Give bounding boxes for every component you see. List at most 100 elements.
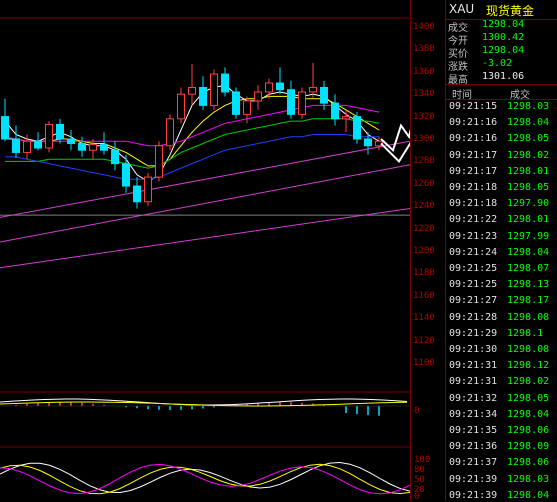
tick-price: 1298.05: [507, 182, 550, 193]
tick-time: 09:21:39: [449, 489, 498, 501]
candle-body: [78, 142, 86, 151]
tick-price: 1298.04: [507, 408, 550, 420]
candle-body: [188, 86, 196, 95]
tick-time: 09:21:16: [449, 117, 498, 129]
tick-price: 1298.07: [507, 263, 550, 274]
tick-row[interactable]: 09:21:35 1298.06: [446, 423, 557, 439]
candle-body: [23, 140, 31, 153]
kdj-tick-label: 50: [414, 475, 425, 485]
tick-time: 09:21:25: [449, 263, 498, 274]
quote-value: 1301.06: [482, 71, 525, 82]
candle-body: [100, 144, 108, 151]
candle-body: [67, 138, 75, 144]
quote-value: 1298.04: [482, 19, 525, 30]
tick-time: 09:21:17: [449, 149, 498, 161]
kline-chart[interactable]: [0, 0, 410, 501]
kdj-tick-label: 80: [414, 465, 425, 475]
tick-price: 1298.08: [507, 311, 550, 323]
tick-price: 1298.09: [507, 441, 550, 453]
tick-row[interactable]: 09:21:27 1298.17: [446, 293, 557, 309]
price-tick-label: 1380: [413, 44, 435, 55]
candle-body: [309, 86, 317, 93]
tick-time: 09:21:31: [449, 360, 498, 372]
symbol-code: XAU: [449, 2, 475, 16]
tick-row[interactable]: 09:21:39 1298.04: [446, 488, 557, 501]
tick-time: 09:21:23: [449, 230, 498, 242]
candle-body: [111, 149, 119, 165]
kdj-line: [0, 461, 410, 494]
tick-row[interactable]: 09:21:29 1298.1: [446, 326, 557, 342]
price-tick-label: 1300: [413, 134, 435, 144]
tick-row[interactable]: 09:21:31 1298.12: [446, 358, 557, 374]
tick-row[interactable]: 09:21:31 1298.02: [446, 374, 557, 390]
candle-body: [56, 123, 64, 140]
quote-row: 成交 1298.04: [446, 18, 557, 34]
candle-body: [232, 91, 240, 115]
tick-price: 1297.90: [507, 198, 550, 210]
tick-time: 09:21:27: [449, 295, 498, 307]
candlestick-plot[interactable]: [0, 0, 410, 501]
tick-price: 1298.03: [507, 473, 550, 485]
quote-row: 今开 1300.42: [446, 31, 557, 47]
tick-time: 09:21:17: [449, 165, 498, 177]
tick-time: 09:21:16: [449, 133, 498, 145]
tick-row[interactable]: 09:21:28 1298.08: [446, 310, 557, 326]
tick-row[interactable]: 09:21:17 1298.02: [446, 148, 557, 164]
tick-row[interactable]: 09:21:16 1298.05: [446, 131, 557, 147]
candle-body: [177, 93, 185, 120]
candle-body: [12, 138, 20, 153]
quote-row: 涨跌 -3.02: [446, 57, 557, 73]
candle-body: [221, 73, 229, 93]
tick-time: 09:21:29: [449, 327, 498, 339]
tick-price: 1298.08: [507, 344, 550, 355]
tick-time: 09:21:18: [449, 182, 498, 193]
tick-row[interactable]: 09:21:25 1298.07: [446, 261, 557, 277]
tick-time: 09:21:22: [449, 214, 498, 226]
tick-time: 09:21:15: [449, 101, 498, 112]
tick-time: 09:21:28: [449, 311, 498, 323]
tick-row[interactable]: 09:21:22 1298.01: [446, 212, 557, 228]
price-tick-label: 1140: [413, 313, 435, 324]
tick-price: 1298.02: [507, 149, 550, 161]
macd-zero-label: 0: [414, 406, 420, 416]
tick-row[interactable]: 09:21:15 1298.03: [446, 99, 557, 115]
price-tick-label: 1180: [413, 268, 435, 279]
quote-header: XAU 现货黄金: [446, 0, 557, 20]
tick-price: 1297.99: [507, 230, 550, 242]
tick-row[interactable]: 09:21:23 1297.99: [446, 229, 557, 245]
price-axis: 1400 1380 1360 1340 1320 1300 1280 1260 1240 1220…: [410, 0, 446, 502]
candle-body: [144, 176, 152, 203]
candle-body: [34, 140, 42, 149]
candle-body: [320, 86, 328, 104]
price-tick-label: 1120: [413, 335, 435, 346]
price-tick-label: 1320: [413, 111, 435, 122]
tick-row[interactable]: 09:21:18 1297.90: [446, 196, 557, 212]
trendline: [0, 140, 410, 218]
candle-body: [243, 100, 251, 115]
tick-row[interactable]: 09:21:16 1298.04: [446, 115, 557, 131]
tick-price: 1298.04: [507, 246, 550, 258]
tick-row[interactable]: 09:21:18 1298.05: [446, 180, 557, 196]
tick-row[interactable]: 09:21:39 1298.03: [446, 472, 557, 488]
tick-price: 1298.12: [507, 360, 550, 372]
price-tick-label: 1340: [413, 89, 435, 100]
candle-body: [276, 82, 284, 91]
kdj-line: [0, 463, 410, 495]
tick-price: 1298.01: [507, 214, 550, 226]
tick-row[interactable]: 09:21:34 1298.04: [446, 407, 557, 423]
tick-row[interactable]: 09:21:32 1298.05: [446, 391, 557, 407]
macd-dea-line: [0, 401, 408, 407]
trendline: [0, 207, 410, 269]
price-tick-label: 1260: [413, 178, 435, 189]
tick-row[interactable]: 09:21:30 1298.08: [446, 342, 557, 358]
tick-row[interactable]: 09:21:24 1298.04: [446, 245, 557, 261]
candle-body: [353, 116, 361, 140]
tick-price: 1298.05: [507, 133, 550, 145]
tick-time: 09:21:25: [449, 279, 498, 291]
tick-row[interactable]: 09:21:17 1298.01: [446, 164, 557, 180]
tick-row[interactable]: 09:21:37 1298.06: [446, 455, 557, 471]
quote-row: 最高 1301.06: [446, 70, 557, 86]
tick-row[interactable]: 09:21:36 1298.09: [446, 439, 557, 455]
candle-body: [298, 91, 306, 115]
tick-row[interactable]: 09:21:25 1298.13: [446, 277, 557, 293]
